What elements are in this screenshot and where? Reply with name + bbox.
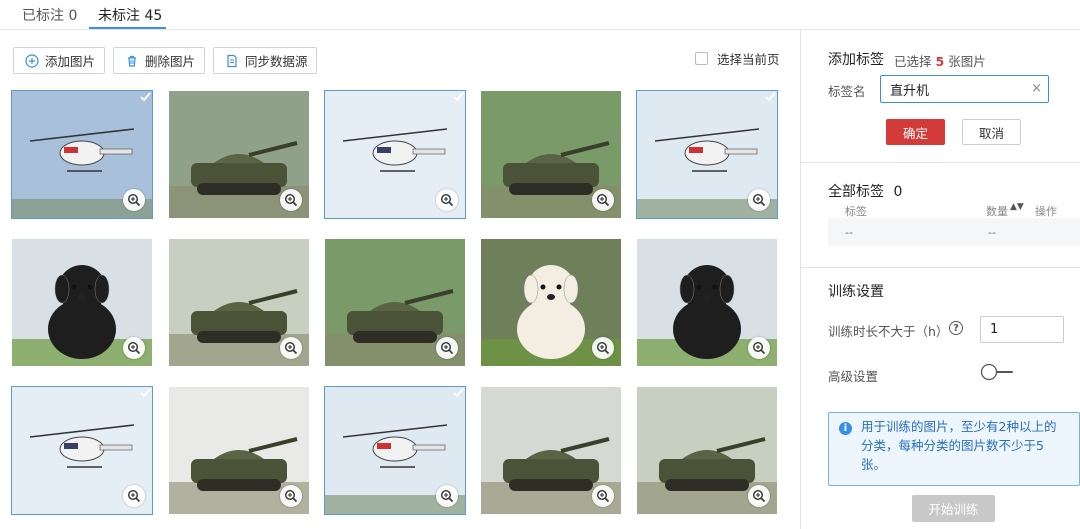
image-card[interactable]	[637, 387, 777, 514]
info-box: i 用于训练的图片，至少有2种以上的 分类，每种分类的图片数不少于5 张。	[828, 412, 1080, 486]
selection-suffix: 张图片	[948, 54, 986, 69]
training-title: 训练设置	[828, 284, 884, 300]
zoom-icon[interactable]	[280, 485, 302, 507]
tag-name-input[interactable]: 直升机 ×	[880, 75, 1049, 103]
tab-labeled[interactable]: 已标注 0	[22, 5, 77, 25]
image-grid	[11, 90, 778, 515]
zoom-icon[interactable]	[592, 337, 614, 359]
add-image-label: 添加图片	[45, 54, 96, 69]
add-tag-title: 添加标签	[828, 52, 884, 68]
help-icon[interactable]: ?	[949, 321, 963, 335]
image-card[interactable]	[481, 91, 621, 218]
tag-name-value: 直升机	[890, 83, 930, 99]
advanced-label: 高级设置	[828, 369, 879, 384]
image-card[interactable]	[324, 386, 466, 515]
zoom-icon[interactable]	[748, 337, 770, 359]
info-icon: i	[839, 422, 852, 435]
row-tag: --	[845, 226, 853, 239]
confirm-button[interactable]: 确定	[886, 119, 945, 145]
select-page-label: 选择当前页	[717, 52, 780, 67]
app: 已标注 0 未标注 45 添加图片 删除图片 同步数据源 选择当前页 添加标签 …	[0, 0, 1080, 529]
image-card[interactable]	[636, 90, 778, 219]
start-training-button[interactable]: 开始训练	[912, 495, 995, 522]
checkmark-icon	[453, 388, 464, 398]
zoom-icon[interactable]	[592, 189, 614, 211]
duration-label: 训练时长不大于（h）	[828, 324, 949, 339]
checkmark-icon	[453, 92, 464, 102]
delete-image-label: 删除图片	[145, 54, 196, 69]
checkmark-icon	[140, 388, 151, 398]
image-card[interactable]	[481, 239, 621, 366]
info-line: 张。	[861, 457, 887, 472]
advanced-toggle[interactable]	[980, 363, 1013, 381]
selection-summary: 已选择 5 张图片	[894, 51, 986, 70]
tag-name-label: 标签名	[828, 84, 866, 99]
image-card[interactable]	[12, 239, 152, 366]
add-circle-icon	[25, 53, 39, 68]
sort-icon[interactable]: ▲▼	[1010, 202, 1024, 212]
info-line: 用于训练的图片，至少有2种以上的	[861, 419, 1057, 434]
duration-value: 1	[990, 322, 999, 337]
image-card[interactable]	[11, 386, 153, 515]
duration-input[interactable]: 1	[980, 316, 1064, 343]
image-card[interactable]	[169, 239, 309, 366]
divider	[801, 267, 1080, 268]
checkmark-icon	[765, 92, 776, 102]
zoom-icon[interactable]	[436, 485, 458, 507]
tab-bar: 已标注 0 未标注 45	[0, 0, 1080, 30]
col-action: 操作	[1035, 205, 1057, 218]
all-tags-count: 0	[893, 184, 903, 200]
zoom-icon[interactable]	[748, 189, 770, 211]
image-card[interactable]	[169, 91, 309, 218]
table-row: -- --	[828, 218, 1080, 246]
select-page-checkbox[interactable]	[695, 52, 708, 65]
info-line: 分类，每种分类的图片数不少于5	[861, 438, 1044, 453]
col-tag: 标签	[845, 205, 867, 218]
sync-datasource-button[interactable]: 同步数据源	[213, 47, 317, 74]
tab-unlabeled[interactable]: 未标注 45	[98, 5, 162, 25]
clear-icon[interactable]: ×	[1031, 81, 1042, 96]
all-tags-title: 全部标签 0	[828, 181, 902, 201]
selection-prefix: 已选择	[894, 54, 932, 69]
select-current-page[interactable]: 选择当前页	[695, 49, 780, 68]
zoom-icon[interactable]	[436, 337, 458, 359]
divider	[801, 162, 1080, 163]
right-panel: 添加标签 已选择 5 张图片 标签名 直升机 × 确定 取消 全部标签 0 标签…	[800, 30, 1080, 529]
delete-image-button[interactable]: 删除图片	[113, 47, 205, 74]
cancel-button[interactable]: 取消	[962, 119, 1021, 145]
selection-count: 5	[935, 54, 945, 69]
zoom-icon[interactable]	[123, 485, 145, 507]
row-count: --	[988, 226, 996, 239]
image-card[interactable]	[325, 239, 465, 366]
active-tab-indicator	[89, 27, 166, 29]
col-count[interactable]: 数量	[986, 203, 1008, 219]
image-card[interactable]	[169, 387, 309, 514]
image-card[interactable]	[11, 90, 153, 219]
zoom-icon[interactable]	[280, 189, 302, 211]
trash-icon	[125, 54, 139, 68]
image-card[interactable]	[481, 387, 621, 514]
add-image-button[interactable]: 添加图片	[13, 47, 105, 74]
sync-datasource-label: 同步数据源	[245, 54, 308, 69]
zoom-icon[interactable]	[436, 189, 458, 211]
image-card[interactable]	[324, 90, 466, 219]
image-card[interactable]	[637, 239, 777, 366]
zoom-icon[interactable]	[280, 337, 302, 359]
zoom-icon[interactable]	[592, 485, 614, 507]
checkmark-icon	[140, 92, 151, 102]
zoom-icon[interactable]	[748, 485, 770, 507]
zoom-icon[interactable]	[123, 337, 145, 359]
zoom-icon[interactable]	[123, 189, 145, 211]
sync-doc-icon	[225, 54, 239, 68]
all-tags-label: 全部标签	[828, 184, 884, 200]
